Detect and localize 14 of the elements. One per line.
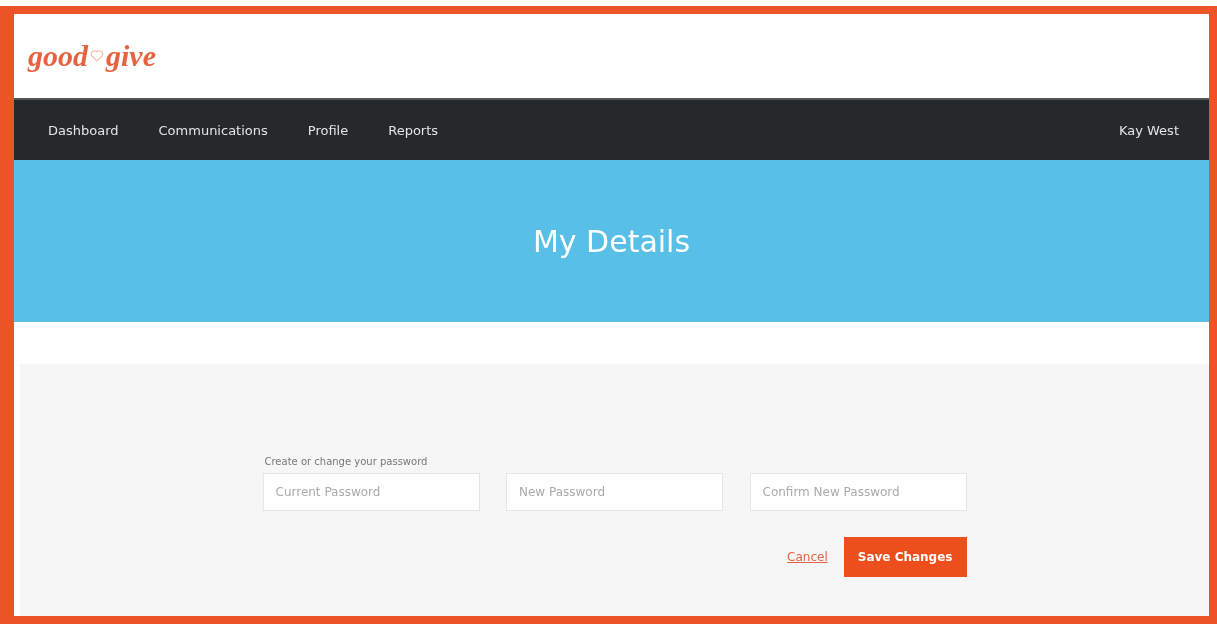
form-label: Create or change your password — [264, 456, 429, 467]
heart-icon — [90, 49, 104, 63]
nav-link[interactable]: Dashboard — [48, 122, 119, 138]
password-field[interactable]: Confirm New Password — [749, 473, 967, 511]
page-title: My Details — [532, 223, 691, 259]
nav-link[interactable]: Reports — [388, 122, 439, 138]
nav-link[interactable]: Communications — [158, 122, 268, 138]
save-button[interactable]: Save Changes — [843, 537, 967, 577]
nav-link[interactable]: Profile — [307, 122, 349, 138]
password-field[interactable]: Current Password — [262, 473, 480, 511]
password-field[interactable]: New Password — [506, 473, 723, 511]
logo-text: good — [28, 39, 88, 73]
logo-text: give — [106, 39, 156, 73]
user-link[interactable]: Kay West — [1118, 122, 1179, 138]
